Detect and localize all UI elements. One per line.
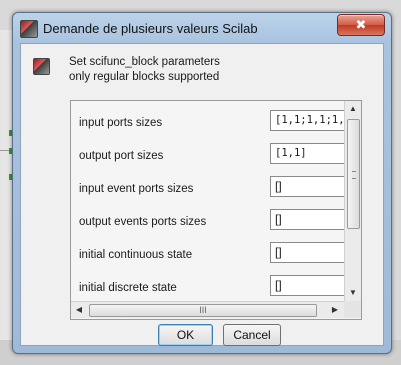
close-button[interactable]: ✖ <box>337 14 385 36</box>
scroll-corner <box>344 301 361 318</box>
message-line-1: Set scifunc_block parameters <box>69 56 220 68</box>
param-label: output port sizes <box>79 150 164 162</box>
output-events-ports-sizes-field[interactable]: [] <box>270 209 344 230</box>
param-row-output-events-ports-sizes: output events ports sizes [] <box>71 206 344 239</box>
input-ports-sizes-field[interactable]: [1,1;1,1;1,1] <box>270 110 344 131</box>
vertical-scroll-thumb[interactable] <box>347 119 360 229</box>
ok-button[interactable]: OK <box>158 324 213 346</box>
grip-icon <box>352 171 356 179</box>
horizontal-scroll-thumb[interactable]: III <box>89 304 317 317</box>
initial-discrete-state-field[interactable]: [] <box>270 275 344 296</box>
param-row-initial-discrete-state: initial discrete state [] <box>71 272 344 301</box>
background-canvas <box>0 30 12 340</box>
param-row-initial-continuous-state: initial continuous state [] <box>71 239 344 272</box>
dialog-window: Demande de plusieurs valeurs Scilab ✖ Se… <box>12 12 392 354</box>
param-row-input-ports-sizes: input ports sizes [1,1;1,1;1,1] <box>71 107 344 140</box>
scilab-icon <box>20 20 38 38</box>
scroll-right-icon[interactable]: ▶ <box>327 302 343 318</box>
param-label: input ports sizes <box>79 117 163 129</box>
param-row-input-event-ports-sizes: input event ports sizes [] <box>71 173 344 206</box>
param-label: initial discrete state <box>79 282 177 294</box>
param-row-output-port-sizes: output port sizes [1,1] <box>71 140 344 173</box>
parameters-list: input ports sizes [1,1;1,1;1,1] output p… <box>71 101 344 301</box>
vertical-scrollbar[interactable]: ▲ ▼ <box>344 101 361 301</box>
window-title: Demande de plusieurs valeurs Scilab <box>43 21 258 36</box>
scilab-message-icon <box>33 58 50 75</box>
output-port-sizes-field[interactable]: [1,1] <box>270 143 344 164</box>
param-label: input event ports sizes <box>79 183 194 195</box>
horizontal-scrollbar[interactable]: ◀ III ▶ <box>71 301 344 318</box>
title-bar[interactable]: Demande de plusieurs valeurs Scilab ✖ <box>13 13 391 43</box>
input-event-ports-sizes-field[interactable]: [] <box>270 176 344 197</box>
param-label: initial continuous state <box>79 249 193 261</box>
dialog-body: Set scifunc_block parameters only regula… <box>20 43 384 346</box>
parameters-panel: input ports sizes [1,1;1,1;1,1] output p… <box>70 100 362 320</box>
param-label: output events ports sizes <box>79 216 207 228</box>
scroll-left-icon[interactable]: ◀ <box>71 302 87 318</box>
scroll-down-icon[interactable]: ▼ <box>345 285 361 301</box>
cancel-button[interactable]: Cancel <box>223 324 281 346</box>
initial-continuous-state-field[interactable]: [] <box>270 242 344 263</box>
message-line-2: only regular blocks supported <box>69 71 220 83</box>
scroll-up-icon[interactable]: ▲ <box>345 101 361 117</box>
